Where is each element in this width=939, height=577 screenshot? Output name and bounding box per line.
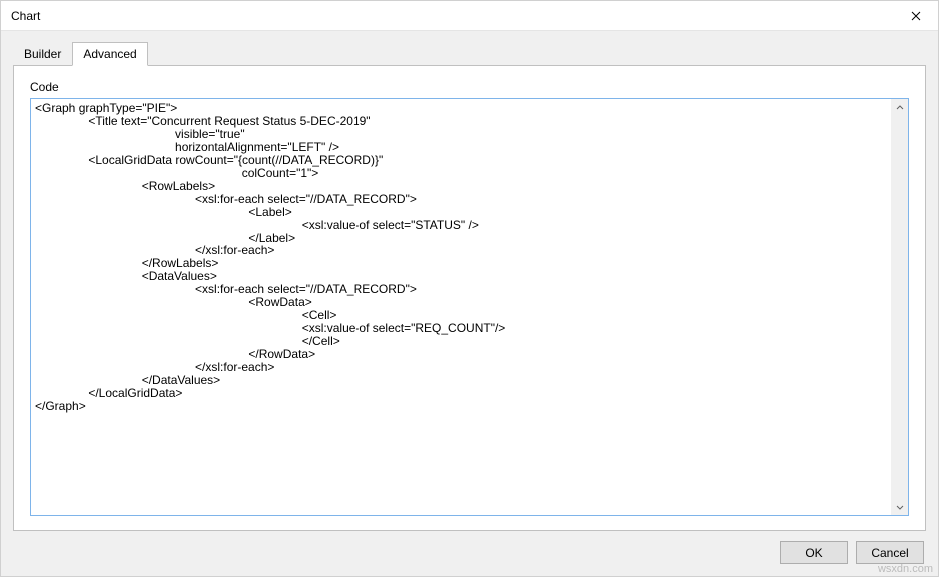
- code-label: Code: [30, 80, 909, 94]
- titlebar: Chart: [1, 1, 938, 31]
- scroll-down-button[interactable]: [891, 498, 908, 515]
- content-area: Builder Advanced Code <Graph graphType="…: [1, 31, 938, 531]
- scroll-up-button[interactable]: [891, 99, 908, 116]
- chart-dialog: Chart Builder Advanced Code <Graph graph…: [0, 0, 939, 577]
- tab-builder[interactable]: Builder: [13, 42, 72, 65]
- close-icon: [911, 11, 921, 21]
- vertical-scrollbar[interactable]: [891, 99, 908, 515]
- ok-button[interactable]: OK: [780, 541, 848, 564]
- tab-advanced[interactable]: Advanced: [72, 42, 147, 66]
- code-box-wrapper: <Graph graphType="PIE"> <Title text="Con…: [30, 98, 909, 516]
- dialog-title: Chart: [11, 9, 40, 23]
- chevron-down-icon: [896, 503, 904, 511]
- chevron-up-icon: [896, 104, 904, 112]
- advanced-panel: Code <Graph graphType="PIE"> <Title text…: [13, 65, 926, 531]
- cancel-button[interactable]: Cancel: [856, 541, 924, 564]
- button-row: OK Cancel: [1, 531, 938, 576]
- code-textarea[interactable]: <Graph graphType="PIE"> <Title text="Con…: [31, 99, 891, 515]
- close-button[interactable]: [893, 1, 938, 31]
- tabs-row: Builder Advanced: [13, 41, 926, 65]
